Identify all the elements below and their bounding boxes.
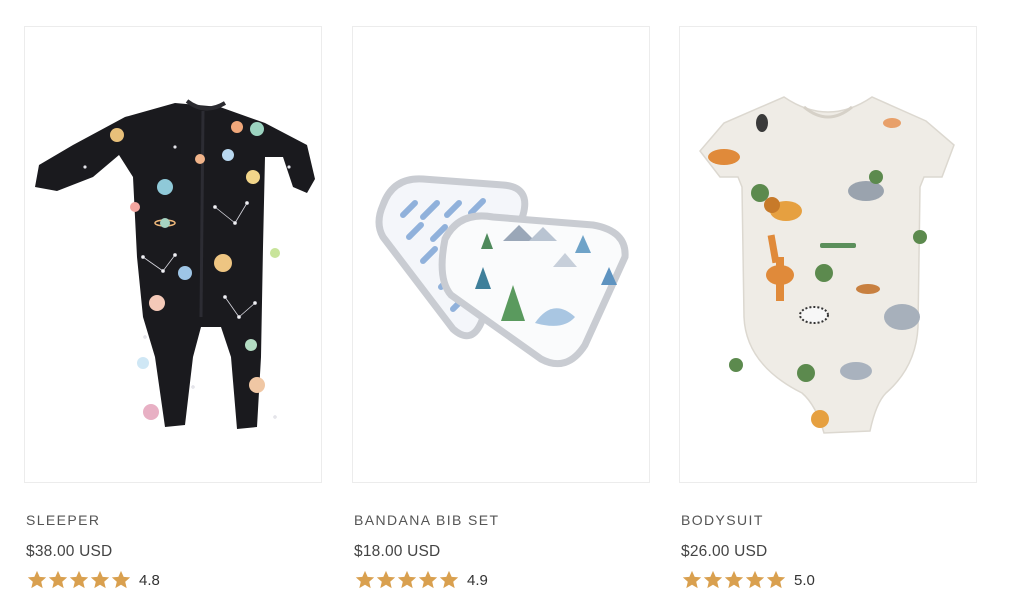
star-icon: [682, 570, 702, 589]
star-icon: [745, 570, 765, 589]
star-icon: [355, 570, 375, 589]
star-icon: [703, 570, 723, 589]
star-icon: [69, 570, 89, 589]
product-price: $26.00 USD: [681, 543, 768, 560]
rating-value: 4.9: [467, 571, 488, 589]
bodysuit-image: [699, 96, 955, 434]
star-icon: [766, 570, 786, 589]
product-name[interactable]: BANDANA BIB SET: [354, 511, 650, 529]
star-icon: [418, 570, 438, 589]
product-card-sleeper[interactable]: SLEEPER $38.00 USD 4.8: [24, 26, 322, 591]
rating-value: 5.0: [794, 571, 815, 589]
bib-set-image: [375, 175, 629, 368]
star-icon: [90, 570, 110, 589]
product-rating: 4.8: [26, 569, 322, 591]
rating-stars: [681, 569, 786, 591]
star-icon: [397, 570, 417, 589]
rating-stars: [26, 569, 131, 591]
product-price: $18.00 USD: [354, 543, 441, 560]
star-icon: [48, 570, 68, 589]
product-image-sleeper[interactable]: [24, 26, 322, 483]
star-icon: [376, 570, 396, 589]
product-card-bandana-bib-set[interactable]: BANDANA BIB SET $18.00 USD 4.9: [352, 26, 650, 591]
star-icon: [724, 570, 744, 589]
sleeper-image: [35, 99, 315, 429]
rating-stars: [354, 569, 459, 591]
product-name[interactable]: BODYSUIT: [681, 511, 977, 529]
product-name[interactable]: SLEEPER: [26, 511, 322, 529]
rating-value: 4.8: [139, 571, 160, 589]
product-rating: 4.9: [354, 569, 650, 591]
product-price: $38.00 USD: [26, 543, 113, 560]
product-image-bandana-bib-set[interactable]: [352, 26, 650, 483]
star-icon: [111, 570, 131, 589]
product-image-bodysuit[interactable]: [679, 26, 977, 483]
product-rating: 5.0: [681, 569, 977, 591]
product-card-bodysuit[interactable]: BODYSUIT $26.00 USD 5.0: [679, 26, 977, 591]
star-icon: [27, 570, 47, 589]
star-icon: [439, 570, 459, 589]
